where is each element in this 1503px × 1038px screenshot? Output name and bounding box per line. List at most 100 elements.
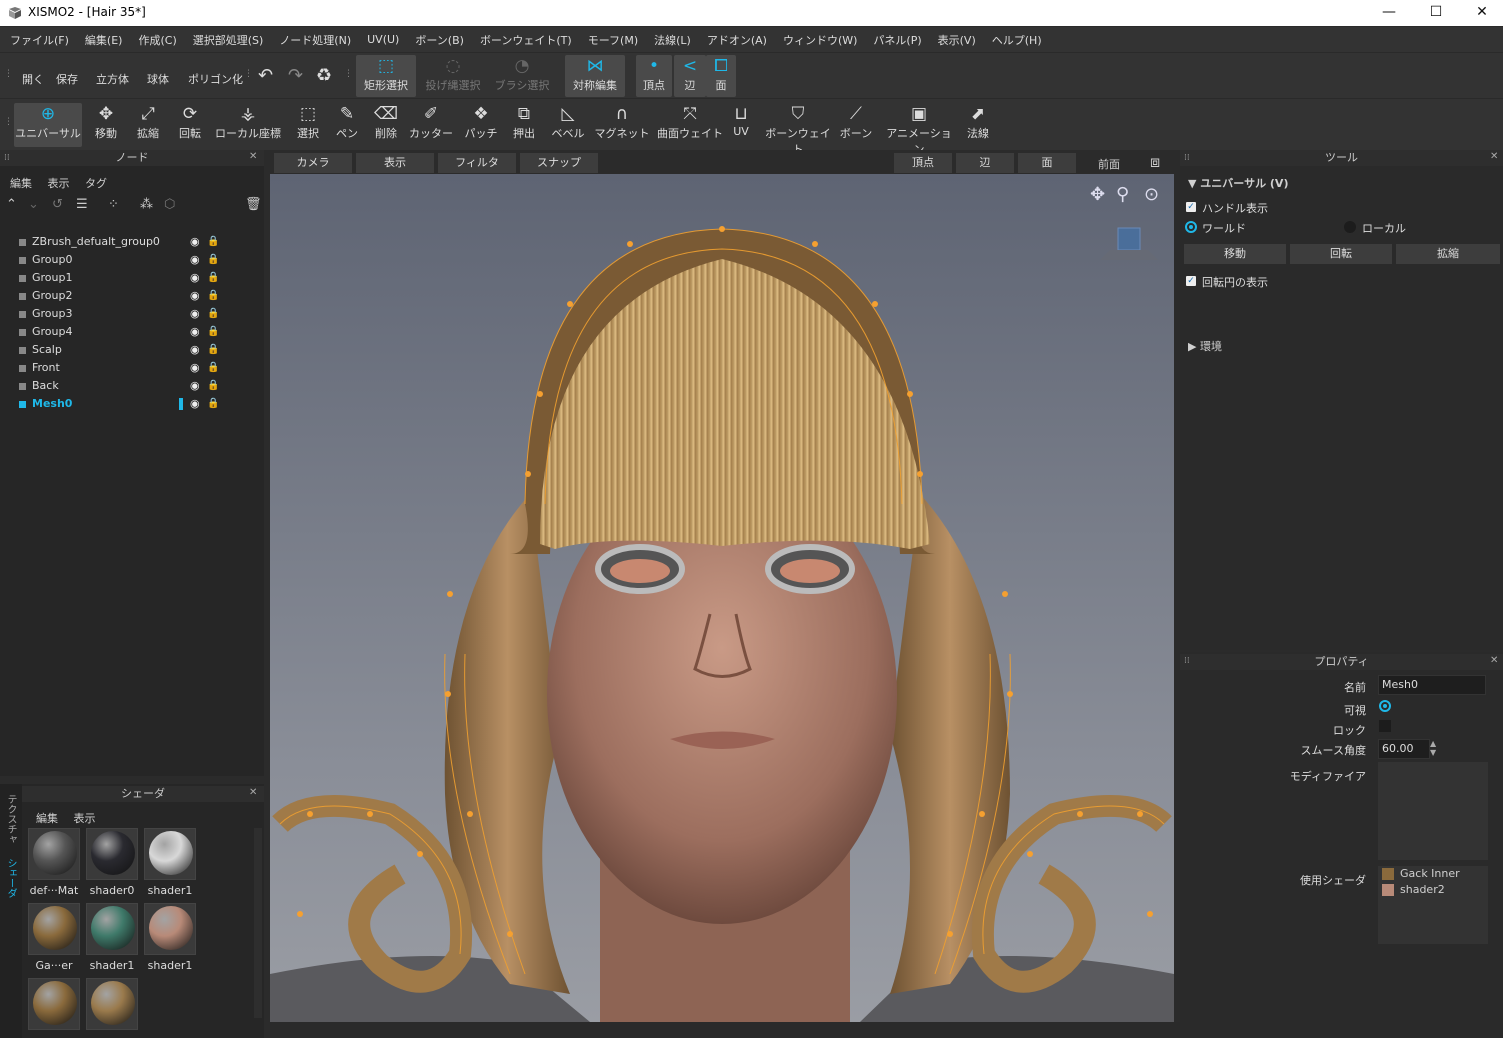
rotate-button[interactable]: 回転 [1290, 244, 1392, 264]
lock-checkbox[interactable] [1379, 720, 1391, 732]
filter-dropdown[interactable]: フィルタ [438, 153, 516, 173]
close-icon[interactable]: ✕ [1490, 151, 1498, 162]
view-gizmo-icon[interactable] [1117, 227, 1141, 251]
tool-rotate-button[interactable]: ⟳ 回転 [170, 103, 210, 147]
close-icon[interactable]: ✕ [249, 151, 257, 162]
rect-select-button[interactable]: ⬚ 矩形選択 [356, 55, 416, 97]
lock-icon[interactable]: 🔒 [207, 323, 219, 341]
world-radio[interactable] [1185, 221, 1197, 233]
tool-magnet-button[interactable]: ∩ マグネット [592, 103, 652, 147]
zoom-icon[interactable]: ⚲ [1116, 184, 1129, 205]
menu-item[interactable]: パネル(P) [873, 32, 921, 48]
group-icon[interactable]: ⁂ [140, 197, 153, 212]
view-front-label[interactable]: 前面 [1098, 156, 1120, 172]
tool-scale-button[interactable]: ⤢ 拡縮 [128, 103, 168, 147]
view-vertex-button[interactable]: 頂点 [894, 153, 952, 173]
node-row[interactable]: Scalp ◉ 🔒 [0, 341, 264, 359]
shader-thumbnail[interactable] [144, 828, 196, 880]
menu-item[interactable]: 法線(L) [654, 32, 691, 48]
shader-thumbnail[interactable] [86, 903, 138, 955]
minimize-button[interactable]: — [1366, 0, 1412, 26]
recycle-icon[interactable]: ♻ [316, 65, 332, 86]
node-row[interactable]: Front ◉ 🔒 [0, 359, 264, 377]
eye-icon[interactable]: ◉ [190, 233, 200, 251]
vertex-mode-button[interactable]: • 頂点 [636, 55, 672, 97]
lock-icon[interactable]: 🔒 [207, 377, 219, 395]
menu-item[interactable]: ヘルプ(H) [992, 32, 1042, 48]
node-row[interactable]: Group1 ◉ 🔒 [0, 269, 264, 287]
shader-thumbnail[interactable] [28, 903, 80, 955]
menu-item[interactable]: アドオン(A) [707, 32, 767, 48]
handle-display-checkbox[interactable]: ✓ [1186, 202, 1196, 212]
modifier-list[interactable] [1378, 762, 1488, 860]
tool-globe-button[interactable]: ⊕ ユニバーサル [14, 103, 82, 147]
camera-dropdown[interactable]: カメラ [274, 153, 352, 173]
lock-icon[interactable]: 🔒 [207, 233, 219, 251]
eye-icon[interactable]: ◉ [190, 323, 200, 341]
shader-thumbnail[interactable] [86, 978, 138, 1030]
node-row[interactable]: Group2 ◉ 🔒 [0, 287, 264, 305]
snap-dropdown[interactable]: スナップ [520, 153, 598, 173]
tool-bevel-button[interactable]: ◺ ベベル [548, 103, 588, 147]
menu-item[interactable]: モーフ(M) [588, 32, 638, 48]
face-mode-button[interactable]: ⧠ 面 [706, 55, 736, 97]
lock-icon[interactable]: 🔒 [207, 251, 219, 269]
tool-local-axis-button[interactable]: ⚶ ローカル座標 [214, 103, 282, 147]
eye-icon[interactable]: ◉ [190, 269, 200, 287]
tool-section[interactable]: ▼ ユニバーサル (V) [1188, 175, 1288, 191]
menu-item[interactable]: 選択部処理(S) [193, 32, 264, 48]
sphere-button[interactable]: 球体 [147, 71, 169, 87]
view-edge-button[interactable]: 辺 [956, 153, 1014, 173]
tool-move-button[interactable]: ✥ 移動 [86, 103, 126, 147]
undo-icon[interactable]: ↺ [52, 197, 63, 212]
cube-button[interactable]: 立方体 [96, 71, 129, 87]
shader-tab[interactable]: シェーダ [3, 858, 18, 898]
menu-item[interactable]: UV(U) [367, 33, 399, 46]
move-button[interactable]: 移動 [1184, 244, 1286, 264]
hierarchy-icon[interactable]: ☰ [76, 197, 88, 212]
polygonize-button[interactable]: ポリゴン化 [188, 71, 243, 87]
menu-item[interactable]: ウィンドウ(W) [783, 32, 857, 48]
lock-icon[interactable]: 🔒 [207, 341, 219, 359]
shader-used-item[interactable]: Gack Inner [1378, 866, 1488, 882]
scale-button[interactable]: 拡縮 [1396, 244, 1500, 264]
menu-item[interactable]: ボーン(B) [415, 32, 464, 48]
shader-used-item[interactable]: shader2 [1378, 882, 1488, 898]
node-row[interactable]: Group4 ◉ 🔒 [0, 323, 264, 341]
cube-icon[interactable]: ⬡ [164, 197, 175, 212]
tool-extrude-button[interactable]: ⧉ 押出 [504, 103, 544, 147]
lock-icon[interactable]: 🔒 [207, 287, 219, 305]
menu-item[interactable]: 作成(C) [138, 32, 176, 48]
node-row[interactable]: Mesh0 ◉ 🔒 [0, 395, 264, 413]
node-menu-edit[interactable]: 編集 [10, 177, 32, 190]
tool-animation-button[interactable]: ▣アニメーション [884, 103, 954, 156]
node-menu-tag[interactable]: タグ [85, 177, 107, 190]
brush-select-button[interactable]: ◔ ブラシ選択 [490, 55, 554, 97]
grid-icon[interactable]: ⁘ [108, 197, 119, 212]
tool-curve-weight-button[interactable]: ⤧ 曲面ウェイト [654, 103, 726, 147]
lock-icon[interactable]: 🔒 [207, 359, 219, 377]
redo-icon[interactable]: ↷ [288, 65, 303, 86]
maximize-button[interactable]: ☐ [1413, 0, 1459, 26]
tool-bone-button[interactable]: ⟋ ボーン [836, 103, 876, 147]
tool-patch-button[interactable]: ❖ パッチ [460, 103, 502, 147]
eye-icon[interactable]: ◉ [190, 341, 200, 359]
node-row[interactable]: Back ◉ 🔒 [0, 377, 264, 395]
display-dropdown[interactable]: 表示 [356, 153, 434, 173]
tool-pen-button[interactable]: ✎ ペン [330, 103, 364, 147]
node-row[interactable]: Group3 ◉ 🔒 [0, 305, 264, 323]
pan-icon[interactable]: ✥ [1090, 184, 1105, 205]
shader-thumbnail[interactable] [86, 828, 138, 880]
symmetry-edit-button[interactable]: ⋈ 対称編集 [565, 55, 625, 97]
tool-normal-button[interactable]: ⬈ 法線 [958, 103, 998, 147]
tool-select-button[interactable]: ⬚ 選択 [290, 103, 326, 147]
menu-item[interactable]: 表示(V) [938, 32, 976, 48]
lock-icon[interactable]: 🔒 [207, 269, 219, 287]
menu-item[interactable]: ボーンウェイト(T) [480, 32, 572, 48]
smooth-angle-input[interactable]: 60.00 [1378, 739, 1430, 759]
local-radio[interactable] [1344, 221, 1356, 233]
lock-icon[interactable]: 🔒 [207, 305, 219, 323]
eye-icon[interactable]: ◉ [190, 395, 200, 413]
trash-icon[interactable]: 🗑 [245, 197, 262, 212]
node-menu-display[interactable]: 表示 [48, 177, 70, 190]
